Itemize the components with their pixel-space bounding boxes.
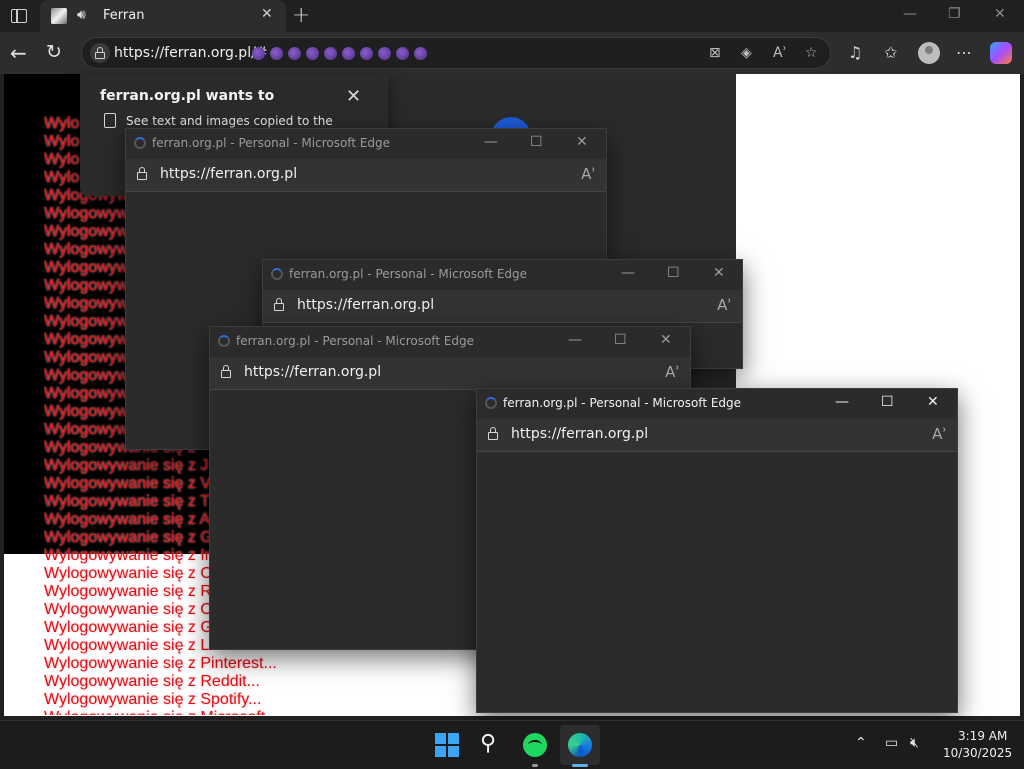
restore-icon[interactable]: ❐ [948, 6, 961, 22]
popup-minimize-icon[interactable]: — [835, 394, 849, 410]
popup-titlebar[interactable]: ferran.org.pl - Personal - Microsoft Edg… [477, 389, 957, 419]
loading-spinner-icon [271, 268, 283, 280]
read-aloud-icon[interactable]: Aʾ [773, 45, 787, 61]
popup-close-icon[interactable]: ✕ [660, 332, 672, 348]
popup-title: ferran.org.pl - Personal - Microsoft Edg… [289, 267, 528, 281]
read-aloud-icon[interactable]: Aʾ [665, 363, 680, 381]
profile-avatar[interactable] [918, 42, 940, 64]
favorite-star-icon[interactable]: ☆ [805, 45, 818, 61]
address-emoji-dot [306, 47, 319, 60]
popup-address-bar[interactable]: https://ferran.org.pl Aʾ [126, 159, 606, 192]
windows-start-icon[interactable] [435, 733, 459, 757]
popup-title: ferran.org.pl - Personal - Microsoft Edg… [152, 136, 391, 150]
popup-address-bar[interactable]: https://ferran.org.pl Aʾ [210, 357, 690, 390]
close-window-icon[interactable]: ✕ [994, 6, 1006, 22]
lock-icon[interactable] [487, 427, 499, 441]
search-icon[interactable]: ⚲ [480, 731, 496, 756]
popup-titlebar[interactable]: ferran.org.pl - Personal - Microsoft Edg… [126, 129, 606, 159]
popup-minimize-icon[interactable]: — [621, 265, 635, 281]
clipboard-icon [104, 113, 116, 128]
address-emoji-dot [396, 47, 409, 60]
tab-bar: 🔊︎ Ferran ✕ + — ❐ ✕ [0, 0, 1024, 32]
popup-close-icon[interactable]: ✕ [927, 394, 939, 410]
address-emoji-dot [324, 47, 337, 60]
edge-active-indicator [572, 764, 588, 767]
lock-icon[interactable] [136, 167, 148, 181]
logout-line: Wylogowywanie się z Reddit... [44, 673, 260, 690]
copilot-icon[interactable] [990, 42, 1012, 64]
popup-maximize-icon[interactable]: ☐ [881, 394, 894, 410]
spotify-icon[interactable] [523, 733, 547, 757]
loading-spinner-icon [134, 137, 146, 149]
clock-time[interactable]: 3:19 AM [958, 729, 1007, 743]
logout-line: Wylogowywanie się z Microsoft... [44, 709, 444, 715]
loading-spinner-icon [218, 335, 230, 347]
address-emoji-dot [252, 47, 265, 60]
address-emoji-dot [342, 47, 355, 60]
popup-address-bar[interactable]: https://ferran.org.pl Aʾ [263, 290, 742, 323]
popup-window-4-active[interactable]: ferran.org.pl - Personal - Microsoft Edg… [476, 388, 958, 713]
popup-maximize-icon[interactable]: ☐ [614, 332, 627, 348]
tab-close-icon[interactable]: ✕ [261, 6, 273, 22]
logout-line: Wylogowywanie się z Pinterest... [44, 655, 277, 672]
popup-title: ferran.org.pl - Personal - Microsoft Edg… [236, 334, 475, 348]
popup-close-icon[interactable]: ✕ [713, 265, 725, 281]
lock-icon[interactable] [220, 365, 232, 379]
speaker-icon[interactable]: 🔊︎ [77, 7, 86, 23]
edge-taskbar-button[interactable] [560, 725, 600, 765]
address-emoji-dot [270, 47, 283, 60]
minimize-icon[interactable]: — [903, 6, 917, 22]
windows-taskbar: ⚲ ⌃ ▭ 🔇︎ 3:19 AM 10/30/2025 [0, 720, 1024, 769]
popup-url: https://ferran.org.pl [297, 297, 435, 313]
new-tab-button[interactable]: + [292, 3, 310, 28]
clock-date[interactable]: 10/30/2025 [943, 746, 1012, 760]
more-options-icon[interactable]: ⋯ [956, 43, 972, 62]
favorites-icon[interactable]: ✩ [884, 43, 897, 62]
camera-off-icon[interactable]: ⊠ [709, 45, 721, 61]
popup-url: https://ferran.org.pl [160, 166, 298, 182]
media-control-icon[interactable]: ♫ [848, 43, 862, 62]
chevron-up-icon[interactable]: ⌃ [855, 735, 867, 751]
popup-address-bar[interactable]: https://ferran.org.pl Aʾ [477, 419, 957, 452]
tab-favicon-icon [51, 8, 67, 24]
tracking-prevention-icon[interactable]: ◈ [741, 45, 752, 61]
address-url: https://ferran.org.pl/# [114, 45, 268, 61]
back-arrow-icon[interactable]: ← [10, 41, 27, 65]
read-aloud-icon[interactable]: Aʾ [932, 425, 947, 443]
reload-icon[interactable]: ↻ [46, 41, 62, 63]
popup-maximize-icon[interactable]: ☐ [530, 134, 543, 150]
permission-close-icon[interactable]: ✕ [346, 86, 361, 107]
edge-icon [568, 733, 592, 757]
lock-icon[interactable] [90, 43, 110, 63]
read-aloud-icon[interactable]: Aʾ [717, 296, 732, 314]
speaker-muted-icon[interactable]: 🔇︎ [910, 735, 919, 751]
read-aloud-icon[interactable]: Aʾ [581, 165, 596, 183]
logout-line: Wylogowywanie się z Spotify... [44, 691, 262, 708]
popup-url: https://ferran.org.pl [244, 364, 382, 380]
network-icon[interactable]: ▭ [885, 735, 898, 751]
tab-ferran[interactable]: 🔊︎ Ferran ✕ [40, 0, 286, 32]
browser-toolbar: ← ↻ https://ferran.org.pl/# ⊠ ◈ Aʾ ☆ ♫ ✩… [0, 32, 1024, 74]
tab-title: Ferran [103, 8, 145, 23]
permission-title: ferran.org.pl wants to [100, 88, 275, 104]
loading-spinner-icon [485, 397, 497, 409]
popup-titlebar[interactable]: ferran.org.pl - Personal - Microsoft Edg… [263, 260, 742, 290]
popup-title: ferran.org.pl - Personal - Microsoft Edg… [503, 396, 742, 410]
spotify-running-indicator [532, 764, 538, 767]
popup-close-icon[interactable]: ✕ [576, 134, 588, 150]
popup-minimize-icon[interactable]: — [484, 134, 498, 150]
address-emoji-dot [360, 47, 373, 60]
tab-actions-icon[interactable] [10, 7, 28, 25]
lock-icon[interactable] [273, 298, 285, 312]
address-emoji-dot [288, 47, 301, 60]
address-emoji-dot [414, 47, 427, 60]
popup-titlebar[interactable]: ferran.org.pl - Personal - Microsoft Edg… [210, 327, 690, 357]
popup-maximize-icon[interactable]: ☐ [667, 265, 680, 281]
address-emoji-dot [378, 47, 391, 60]
popup-url: https://ferran.org.pl [511, 426, 649, 442]
address-bar[interactable]: https://ferran.org.pl/# ⊠ ◈ Aʾ ☆ [81, 37, 831, 69]
popup-minimize-icon[interactable]: — [568, 332, 582, 348]
address-emoji-dots [252, 47, 427, 60]
